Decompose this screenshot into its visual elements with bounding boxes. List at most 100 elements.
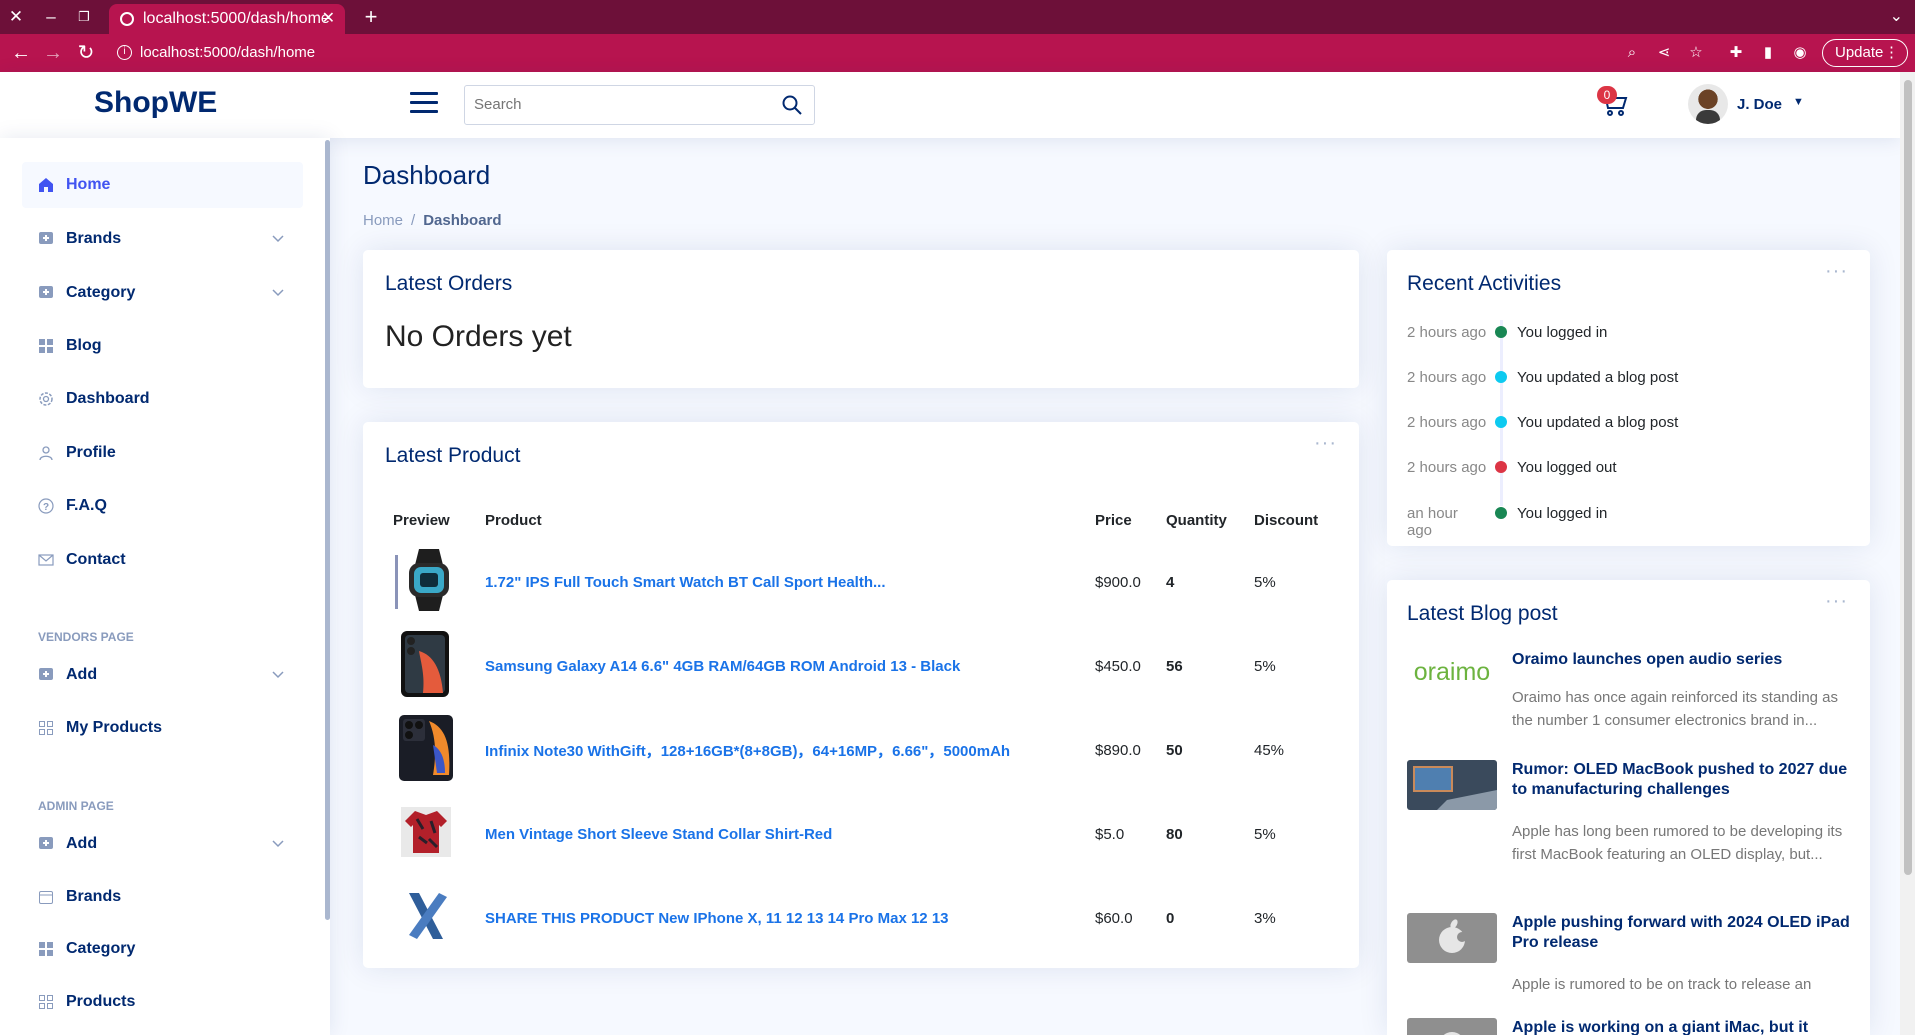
url-text: localhost:5000/dash/home [140, 44, 316, 61]
logo[interactable]: ShopWE [94, 86, 217, 120]
user-name[interactable]: J. Doe [1737, 96, 1782, 113]
person-icon [39, 446, 53, 461]
product-link[interactable]: Infinix Note30 WithGift，128+16GB*(8+8GB)… [485, 743, 1010, 760]
card-title: Latest Orders [385, 272, 513, 295]
post-title[interactable]: Oraimo launches open audio series [1512, 650, 1862, 670]
status-dot-icon [1495, 371, 1507, 383]
sidebar-item-vendor-add[interactable]: Add [22, 652, 303, 698]
zoom-icon[interactable]: ⌕ [1622, 43, 1642, 63]
search-icon[interactable] [782, 95, 802, 115]
share-icon[interactable]: ⋖ [1654, 43, 1674, 63]
grid-outline-icon [39, 721, 53, 735]
plus-square-icon [39, 837, 53, 849]
sidebar-scrollbar[interactable] [325, 140, 330, 920]
shirt-image[interactable] [393, 799, 459, 865]
minimize-window-icon[interactable]: – [40, 6, 62, 28]
gear-icon [39, 392, 53, 406]
post-title[interactable]: Apple is working on a giant iMac, but it [1512, 1018, 1862, 1035]
preview-cell [385, 792, 477, 876]
plus-square-icon [39, 286, 53, 298]
post-title[interactable]: Rumor: OLED MacBook pushed to 2027 due t… [1512, 760, 1862, 800]
sidebar-item-admin-add[interactable]: Add [22, 821, 303, 867]
forward-arrow-icon[interactable]: → [41, 41, 65, 65]
sidebar-item-brands[interactable]: Brands [22, 216, 303, 262]
apple-logo-image [1407, 1018, 1497, 1035]
browser-tab[interactable]: localhost:5000/dash/home ✕ [109, 4, 345, 34]
product-link[interactable]: Men Vintage Short Sleeve Stand Collar Sh… [485, 826, 832, 843]
table-row: Men Vintage Short Sleeve Stand Collar Sh… [385, 792, 1336, 876]
browser-toolbar: ← → ↻ i localhost:5000/dash/home ⌕ ⋖ ☆ ✚… [0, 34, 1915, 72]
product-link[interactable]: Samsung Galaxy A14 6.6" 4GB RAM/64GB ROM… [485, 658, 960, 675]
sidebar-item-label: Blog [66, 337, 102, 354]
sidebar-item-category[interactable]: Category [22, 270, 303, 316]
chevron-down-icon [272, 671, 284, 679]
more-options-icon[interactable]: ··· [1825, 260, 1848, 283]
product-link[interactable]: 1.72" IPS Full Touch Smart Watch BT Call… [485, 574, 886, 591]
post-title[interactable]: Apple pushing forward with 2024 OLED iPa… [1512, 913, 1862, 953]
sidebar-item-my-products[interactable]: My Products [22, 705, 303, 751]
discount-cell: 3% [1254, 909, 1276, 927]
sidebar-item-dashboard[interactable]: Dashboard [22, 376, 303, 422]
activity-item: an hour ago You logged in [1407, 493, 1867, 539]
product-link[interactable]: SHARE THIS PRODUCT New IPhone X, 11 12 1… [485, 910, 949, 927]
reload-icon[interactable]: ↻ [74, 41, 98, 65]
card-title: Recent Activities [1407, 272, 1562, 295]
caret-down-icon[interactable]: ▼ [1793, 96, 1804, 108]
new-tab-button[interactable]: + [358, 4, 384, 30]
chevron-down-icon [272, 289, 284, 297]
sidebar-item-contact[interactable]: Contact [22, 537, 303, 583]
more-options-icon[interactable]: ··· [1314, 432, 1337, 455]
bookmark-star-icon[interactable]: ☆ [1686, 43, 1706, 63]
vendors-heading: VENDORS PAGE [38, 630, 134, 644]
product-cell: Men Vintage Short Sleeve Stand Collar Sh… [477, 792, 1087, 876]
sidebar-item-faq[interactable]: ? F.A.Q [22, 483, 303, 529]
activity-item: 2 hours ago You updated a blog post [1407, 357, 1867, 397]
x-logo-image[interactable] [393, 883, 459, 949]
quantity-cell: 56 [1166, 657, 1183, 675]
close-window-icon[interactable]: ✕ [5, 6, 27, 28]
avatar[interactable] [1688, 84, 1728, 124]
envelope-icon [38, 554, 54, 566]
breadcrumb-current: Dashboard [423, 212, 502, 229]
profile-icon[interactable]: ◉ [1790, 43, 1810, 63]
tab-close-icon[interactable]: ✕ [322, 4, 335, 34]
apple-logo-image [1407, 913, 1497, 963]
sidebar-item-home[interactable]: Home [22, 162, 303, 208]
restore-window-icon[interactable]: ❐ [73, 6, 95, 28]
more-options-icon[interactable]: ··· [1825, 590, 1848, 613]
sidebar-item-admin-brands[interactable]: Brands [22, 874, 303, 920]
sidebar-item-blog[interactable]: Blog [22, 323, 303, 369]
site-info-icon[interactable]: i [117, 45, 132, 60]
card-title: Latest Blog post [1407, 602, 1558, 625]
back-arrow-icon[interactable]: ← [9, 41, 33, 65]
phone-image[interactable] [393, 715, 459, 781]
column-header: Preview [393, 511, 450, 529]
sidebar-item-profile[interactable]: Profile [22, 430, 303, 476]
price-cell: $60.0 [1095, 909, 1133, 927]
activity-item: 2 hours ago You updated a blog post [1407, 402, 1867, 442]
card-title: Latest Product [385, 444, 521, 467]
sidebar-item-label: Add [66, 666, 98, 683]
tab-search-chevron-icon[interactable]: ⌄ [1890, 6, 1903, 26]
sidebar-item-admin-category[interactable]: Category [22, 926, 303, 972]
quantity-cell: 0 [1166, 909, 1175, 927]
discount-cell: 45% [1254, 741, 1285, 759]
side-panel-icon[interactable]: ▮ [1758, 43, 1778, 63]
sidebar-item-label: Category [66, 940, 136, 957]
hamburger-menu-icon[interactable] [410, 92, 438, 116]
search-input[interactable] [474, 86, 764, 122]
sidebar-item-admin-products[interactable]: Products [22, 979, 303, 1025]
status-dot-icon [1495, 461, 1507, 473]
phone-image[interactable] [393, 631, 459, 697]
column-header: Discount [1254, 511, 1319, 529]
macbook-image [1407, 760, 1497, 810]
page-scroll-thumb[interactable] [1904, 80, 1912, 875]
breadcrumb-home[interactable]: Home [363, 212, 403, 229]
smartwatch-image[interactable] [393, 547, 459, 613]
address-bar[interactable]: i localhost:5000/dash/home [108, 38, 1623, 68]
activity-item: 2 hours ago You logged in [1407, 312, 1867, 352]
update-button[interactable]: Update ⋮ [1822, 39, 1908, 67]
table-row: Infinix Note30 WithGift，128+16GB*(8+8GB)… [385, 708, 1336, 792]
extensions-icon[interactable]: ✚ [1726, 43, 1746, 63]
sidebar-item-label: Dashboard [66, 390, 150, 407]
